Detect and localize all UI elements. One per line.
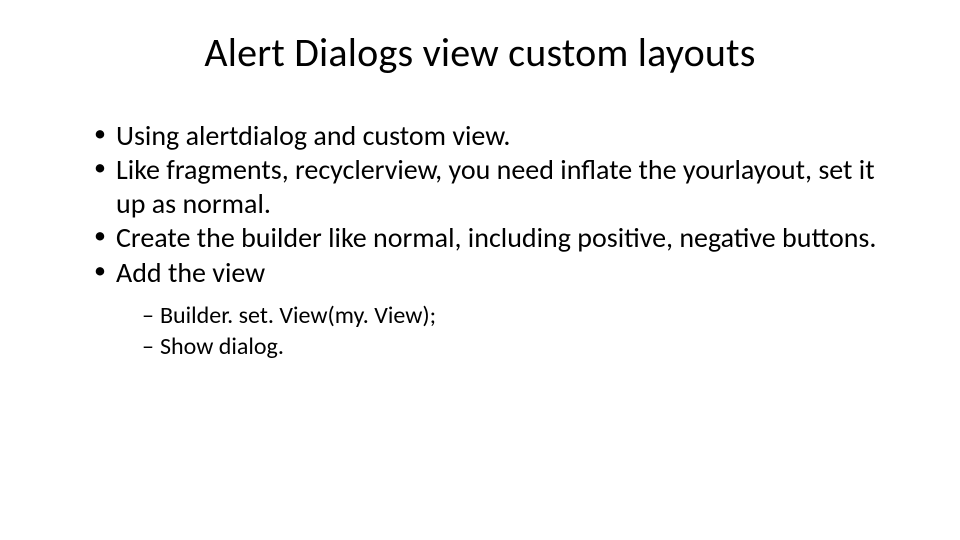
- list-item: Builder. set. View(my. View);: [142, 300, 888, 331]
- list-item: Create the builder like normal, includin…: [94, 221, 888, 255]
- list-item-text: Using alertdialog and custom view.: [116, 118, 511, 153]
- sub-bullet-list: Builder. set. View(my. View); Show dialo…: [116, 300, 888, 362]
- list-item-text: Show dialog.: [160, 332, 284, 361]
- bullet-list: Using alertdialog and custom view. Like …: [72, 119, 888, 362]
- list-item-text: Create the builder like normal, includin…: [116, 220, 876, 255]
- list-item: Show dialog.: [142, 331, 888, 362]
- slide-title: Alert Dialogs view custom layouts: [72, 28, 888, 77]
- list-item: Using alertdialog and custom view.: [94, 119, 888, 153]
- list-item-text: Add the view: [116, 255, 265, 290]
- list-item-text: Builder. set. View(my. View);: [160, 301, 436, 330]
- list-item: Like fragments, recyclerview, you need i…: [94, 153, 888, 221]
- list-item-text: Like fragments, recyclerview, you need i…: [116, 152, 875, 221]
- list-item: Add the view Builder. set. View(my. View…: [94, 256, 888, 363]
- slide: Alert Dialogs view custom layouts Using …: [0, 0, 960, 540]
